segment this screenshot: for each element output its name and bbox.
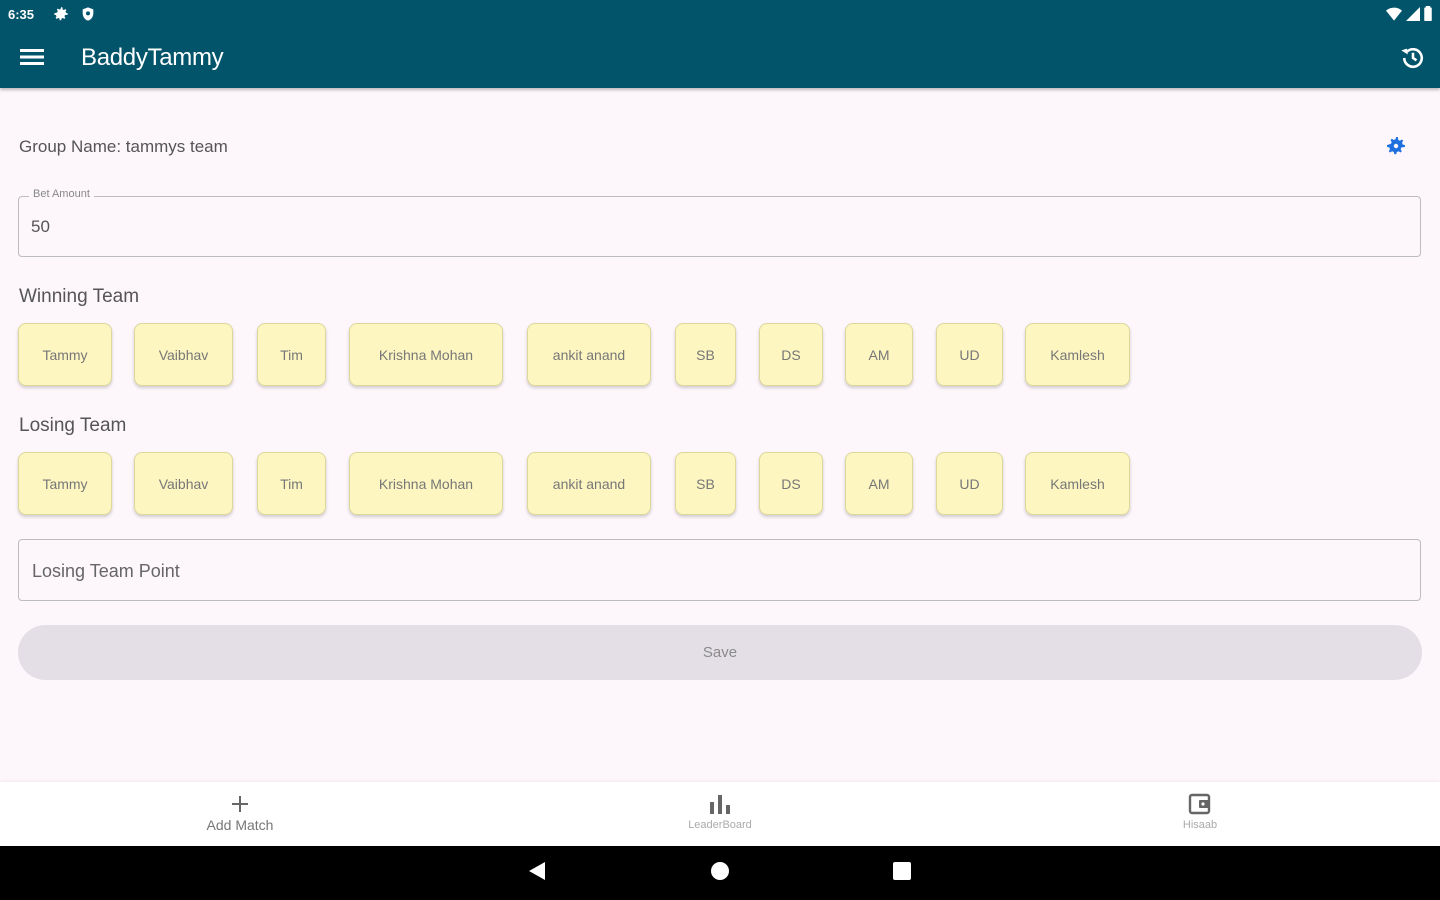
losing-player-chip[interactable]: ankit anand (527, 452, 651, 515)
nav-leaderboard[interactable]: LeaderBoard (480, 782, 960, 846)
status-right-icons (1386, 6, 1432, 26)
app-bar: BaddyTammy (0, 30, 1440, 88)
nav-add-match-label: Add Match (206, 817, 274, 833)
wallet-icon (1188, 792, 1212, 816)
losing-player-chip[interactable]: UD (936, 452, 1003, 515)
recents-button[interactable] (889, 860, 915, 886)
group-name-label: Group Name: tammys team (19, 137, 228, 156)
losing-team-title: Losing Team (19, 415, 127, 436)
losing-player-chip[interactable]: AM (845, 452, 913, 515)
menu-button[interactable] (14, 43, 50, 75)
history-button[interactable] (1396, 43, 1430, 77)
winning-player-chip[interactable]: Krishna Mohan (349, 323, 503, 386)
winning-player-chip[interactable]: Kamlesh (1025, 323, 1130, 386)
home-button[interactable] (707, 860, 733, 886)
history-icon (1399, 44, 1427, 77)
losing-player-chip[interactable]: Kamlesh (1025, 452, 1130, 515)
back-button[interactable] (524, 860, 550, 886)
winning-player-chip[interactable]: AM (845, 323, 913, 386)
losing-player-chip[interactable]: Vaibhav (134, 452, 233, 515)
back-triangle-icon (528, 861, 546, 886)
winning-player-chip[interactable]: Tim (257, 323, 326, 386)
losing-team-point-field (18, 539, 1421, 601)
bet-amount-field: Bet Amount (18, 188, 1421, 257)
winning-player-chip[interactable]: Tammy (18, 323, 112, 386)
save-button[interactable]: Save (18, 625, 1422, 680)
nav-add-match[interactable]: Add Match (0, 782, 480, 846)
nav-hisaab[interactable]: Hisaab (960, 782, 1440, 846)
home-circle-icon (710, 861, 730, 886)
losing-player-chip[interactable]: Krishna Mohan (349, 452, 503, 515)
winning-player-chip[interactable]: DS (759, 323, 823, 386)
winning-player-chip[interactable]: Vaibhav (134, 323, 233, 386)
bet-amount-label: Bet Amount (29, 188, 94, 200)
losing-player-chip[interactable]: DS (759, 452, 823, 515)
nav-leaderboard-label: LeaderBoard (688, 819, 752, 831)
wifi-icon (1386, 7, 1402, 26)
losing-team-point-input[interactable] (32, 557, 1392, 585)
losing-player-chip[interactable]: Tim (257, 452, 326, 515)
recents-square-icon (893, 861, 911, 885)
signal-icon (1406, 6, 1420, 26)
nav-hisaab-label: Hisaab (1182, 819, 1218, 831)
settings-status-icon (52, 5, 70, 28)
shield-status-icon (80, 5, 96, 28)
gear-icon (1384, 134, 1408, 163)
losing-player-chip[interactable]: Tammy (18, 452, 112, 515)
winning-player-chip[interactable]: UD (936, 323, 1003, 386)
battery-icon (1424, 6, 1432, 26)
bottom-navigation: Add Match LeaderBoard Hisaab (0, 782, 1440, 846)
winning-team-title: Winning Team (19, 286, 140, 307)
winning-player-chip[interactable]: SB (675, 323, 736, 386)
group-settings-button[interactable] (1380, 132, 1412, 164)
status-left-icons (52, 5, 96, 28)
hamburger-menu-icon (20, 48, 44, 71)
system-navigation-bar (0, 846, 1440, 900)
status-bar: 6:35 (0, 0, 1440, 30)
losing-player-chip[interactable]: SB (675, 452, 736, 515)
bet-amount-input[interactable] (31, 213, 1391, 241)
bar-chart-icon (708, 792, 732, 816)
app-title: BaddyTammy (81, 44, 224, 71)
plus-icon (231, 792, 249, 816)
status-time: 6:35 (8, 7, 35, 22)
winning-player-chip[interactable]: ankit anand (527, 323, 651, 386)
